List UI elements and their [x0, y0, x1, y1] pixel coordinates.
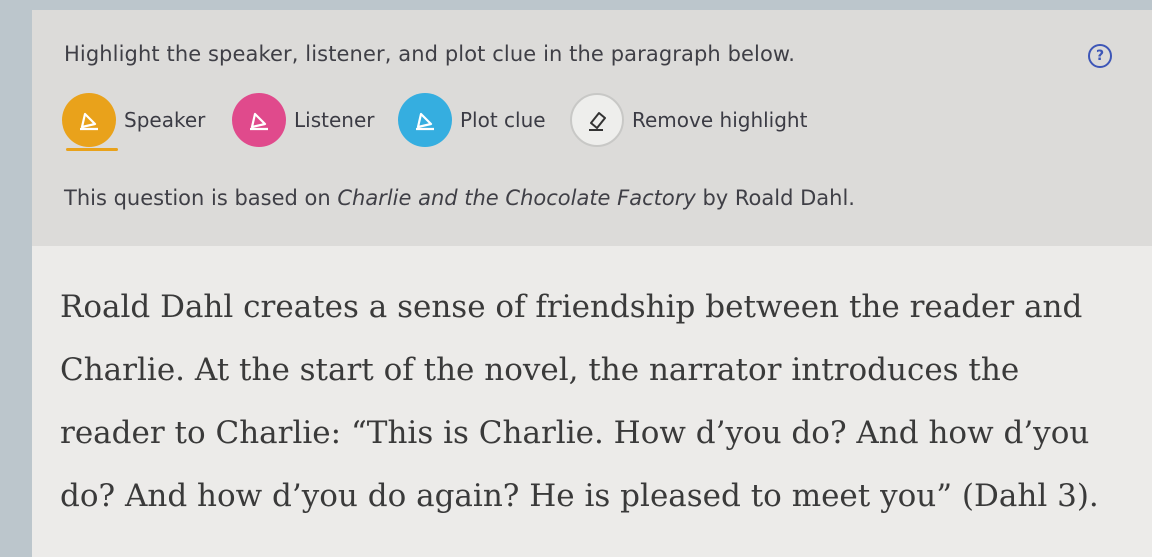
- remove-highlight-label: Remove highlight: [632, 108, 808, 132]
- listener-label: Listener: [294, 108, 375, 132]
- plot-clue-highlight-button[interactable]: Plot clue: [398, 92, 546, 148]
- instructions-area: Highlight the speaker, listener, and plo…: [32, 10, 1152, 246]
- source-note: This question is based on Charlie and th…: [64, 186, 855, 210]
- book-title: Charlie and the Chocolate Factory: [337, 186, 696, 210]
- pen-icon: [62, 93, 116, 147]
- source-suffix: by Roald Dahl.: [695, 186, 855, 210]
- passage-area: Roald Dahl creates a sense of friendship…: [32, 246, 1152, 557]
- passage-text[interactable]: Roald Dahl creates a sense of friendship…: [60, 276, 1130, 528]
- highlight-toolbar: Speaker Listener Plot clue Remove highli…: [62, 92, 962, 152]
- speaker-label: Speaker: [124, 108, 206, 132]
- help-icon[interactable]: ?: [1088, 44, 1112, 68]
- active-tool-indicator: [66, 148, 118, 151]
- speaker-highlight-button[interactable]: Speaker: [62, 92, 206, 151]
- question-panel: Highlight the speaker, listener, and plo…: [32, 10, 1152, 557]
- source-prefix: This question is based on: [64, 186, 338, 210]
- remove-highlight-button[interactable]: Remove highlight: [570, 92, 807, 148]
- instruction-text: Highlight the speaker, listener, and plo…: [64, 42, 796, 66]
- pen-icon: [232, 93, 286, 147]
- listener-highlight-button[interactable]: Listener: [232, 92, 374, 148]
- pen-icon: [398, 93, 452, 147]
- eraser-icon: [570, 93, 624, 147]
- plot-clue-label: Plot clue: [460, 108, 546, 132]
